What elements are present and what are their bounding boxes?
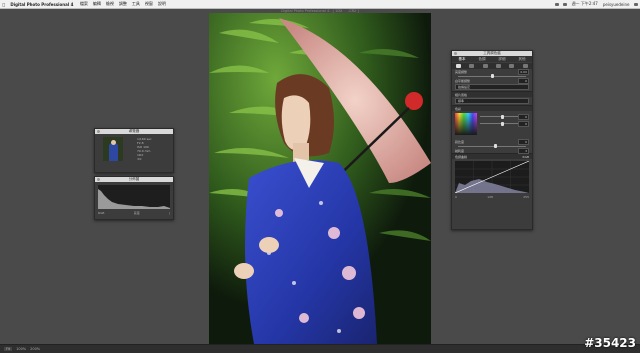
photo-preview[interactable] bbox=[209, 13, 431, 344]
search-icon[interactable] bbox=[634, 2, 638, 6]
picture-style-header[interactable]: 相片風格 bbox=[452, 91, 532, 97]
app-menu[interactable]: Digital Photo Professional 4 bbox=[10, 2, 73, 7]
tone-icon[interactable] bbox=[469, 64, 475, 68]
photo-image bbox=[209, 13, 431, 344]
detail-icon[interactable] bbox=[496, 64, 502, 68]
zoom-100-button[interactable]: 100% bbox=[16, 347, 26, 351]
zoom-fit-button[interactable]: Fit bbox=[4, 347, 13, 351]
hist-separator: | bbox=[168, 211, 170, 215]
histogram-luma bbox=[98, 189, 170, 209]
info-line: ±0 bbox=[137, 157, 142, 161]
tab-other[interactable]: 其他 bbox=[519, 57, 526, 62]
histogram-footer: RGB 亮度 | bbox=[98, 211, 170, 215]
color-block: 0 0 bbox=[452, 111, 532, 139]
curve-min: 0 bbox=[455, 195, 457, 199]
hue-value[interactable]: 0 bbox=[518, 113, 529, 120]
menu-edit[interactable]: 編輯 bbox=[93, 1, 101, 7]
tab-basic[interactable]: 基本 bbox=[459, 57, 466, 62]
tone-curve-header[interactable]: 色調曲線 RGB bbox=[452, 153, 532, 159]
histogram-graph bbox=[98, 185, 170, 209]
menu-tools[interactable]: 工具 bbox=[132, 1, 140, 7]
curve-footer: 0 128 255 bbox=[452, 195, 532, 199]
saturation-row: 0 bbox=[480, 120, 529, 127]
menu-help[interactable]: 說明 bbox=[158, 1, 166, 7]
menu-adjust[interactable]: 調整 bbox=[119, 1, 127, 7]
picture-style-dropdown[interactable]: 標準 bbox=[455, 98, 529, 104]
curve-max: 255 bbox=[523, 195, 529, 199]
battery-icon[interactable] bbox=[563, 2, 568, 6]
navigator-thumbnail[interactable] bbox=[103, 137, 123, 161]
histogram-titlebar[interactable]: 分佈圖 bbox=[95, 177, 173, 182]
color-picker[interactable] bbox=[455, 113, 477, 135]
apple-icon[interactable]:  bbox=[3, 2, 5, 7]
thumbnail-head bbox=[111, 140, 116, 145]
saturation-value[interactable]: 0 bbox=[518, 120, 529, 127]
tool-palette-titlebar[interactable]: 工具調色盤 bbox=[452, 51, 532, 56]
hist-mode[interactable]: RGB bbox=[98, 211, 104, 215]
menu-window[interactable]: 視窗 bbox=[145, 1, 153, 7]
brightness-label: 亮度調整 bbox=[455, 69, 468, 74]
close-icon[interactable] bbox=[97, 130, 100, 133]
lens-icon[interactable] bbox=[509, 64, 515, 68]
tone-curve-graph[interactable] bbox=[455, 161, 529, 193]
slider-knob[interactable] bbox=[501, 121, 505, 126]
tool-palette[interactable]: 工具調色盤 基本 色調 詳細 其他 亮度調整 0.00 白平衡調整 0 拍攝設定… bbox=[451, 50, 533, 230]
tab-detail[interactable]: 詳細 bbox=[499, 57, 506, 62]
shooting-info: 1/160 sec F2.8 ISO 100 70.0 mm 1DX ±0 bbox=[137, 137, 152, 161]
curve-mid: 128 bbox=[487, 195, 493, 199]
sharpness-label: 銳利度 bbox=[455, 148, 465, 153]
hue-slider[interactable] bbox=[480, 114, 518, 119]
close-icon[interactable] bbox=[454, 52, 457, 55]
tab-tone[interactable]: 色調 bbox=[479, 57, 486, 62]
wb-value[interactable]: 0 bbox=[518, 77, 529, 84]
sharpness-row: 銳利度 3 bbox=[452, 147, 532, 154]
zoom-200-button[interactable]: 200% bbox=[30, 347, 40, 351]
wb-label: 白平衡調整 bbox=[455, 78, 471, 83]
clock[interactable]: 週一 下午2:47 bbox=[572, 1, 598, 7]
tone-curve-label: 色調曲線 bbox=[455, 154, 468, 159]
histogram-title: 分佈圖 bbox=[128, 177, 140, 181]
saturation-slider[interactable] bbox=[480, 121, 518, 126]
basic-icon[interactable] bbox=[456, 64, 462, 68]
tool-palette-title: 工具調色盤 bbox=[483, 51, 501, 55]
close-icon[interactable] bbox=[97, 178, 100, 181]
sharpness-value[interactable]: 3 bbox=[518, 147, 529, 154]
tool-tabs: 基本 色調 詳細 其他 bbox=[452, 56, 532, 62]
navigator-titlebar[interactable]: 導覽器 bbox=[95, 129, 173, 134]
navigator-panel[interactable]: 導覽器 1/160 sec F2.8 ISO 100 70.0 mm 1DX ±… bbox=[94, 128, 174, 173]
wb-dropdown[interactable]: 拍攝設定 bbox=[455, 84, 529, 90]
crop-icon[interactable] bbox=[522, 64, 528, 68]
wifi-icon[interactable] bbox=[555, 2, 560, 6]
contrast-label: 對比度 bbox=[455, 139, 465, 144]
slider-knob[interactable] bbox=[501, 114, 505, 119]
color-sliders: 0 0 bbox=[480, 113, 529, 137]
watermark: #35423 bbox=[584, 336, 636, 350]
navigator-title: 導覽器 bbox=[128, 129, 140, 133]
hist-channel[interactable]: 亮度 bbox=[134, 211, 140, 215]
menu-file[interactable]: 檔案 bbox=[80, 1, 88, 7]
color-icon[interactable] bbox=[482, 64, 488, 68]
user-name[interactable]: peisyuedeine bbox=[603, 2, 630, 7]
hue-row: 0 bbox=[480, 113, 529, 120]
thumbnail-figure bbox=[109, 143, 118, 161]
histogram-panel[interactable]: 分佈圖 RGB 亮度 | bbox=[94, 176, 174, 220]
wb-row: 白平衡調整 0 bbox=[452, 77, 532, 84]
curve-mode[interactable]: RGB bbox=[523, 155, 529, 159]
menu-view[interactable]: 檢視 bbox=[106, 1, 114, 7]
